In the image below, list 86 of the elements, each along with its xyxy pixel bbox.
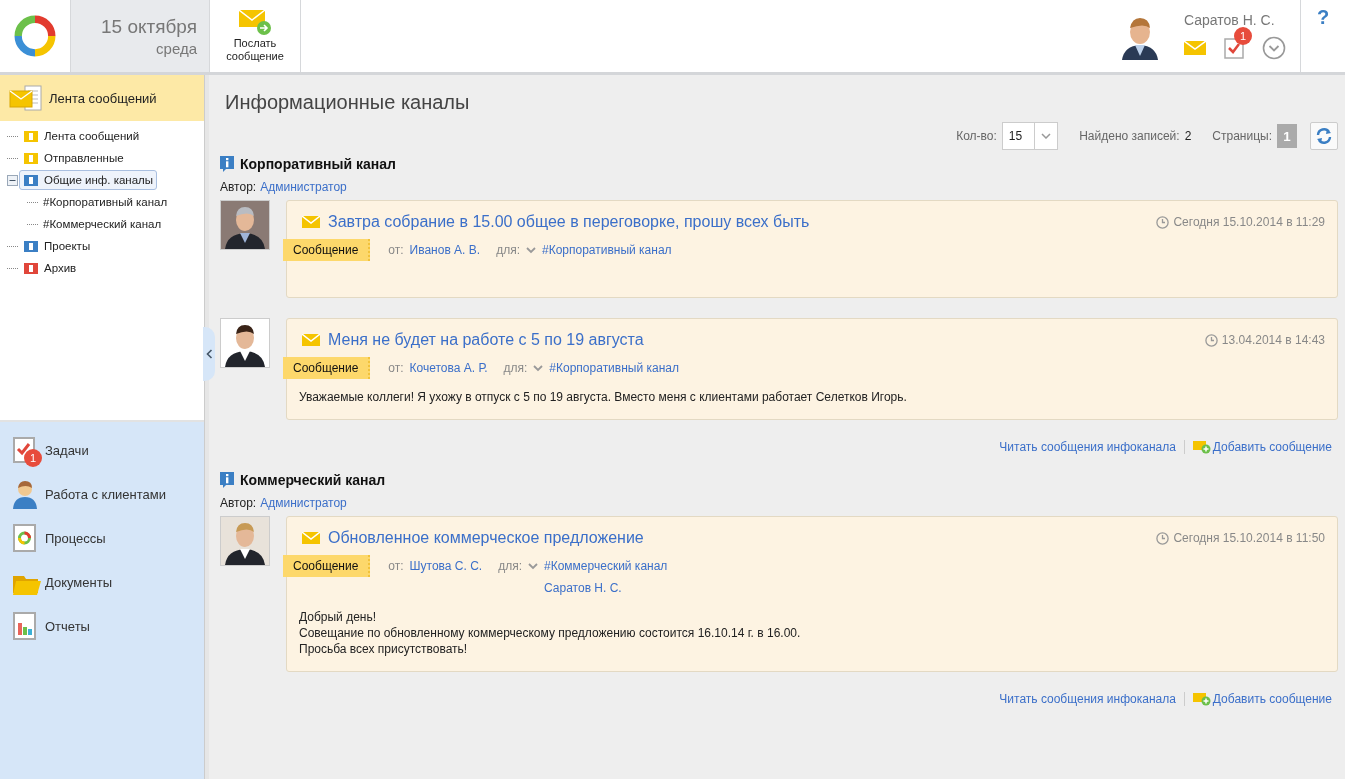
envelope-icon: [239, 9, 271, 36]
nav-item[interactable]: Отчеты: [0, 604, 204, 648]
count-select[interactable]: 15: [1001, 122, 1059, 150]
clock-icon: [1204, 333, 1218, 347]
info-icon: [220, 472, 234, 488]
notification-badge: 1: [24, 449, 42, 467]
author-label: Автор:: [220, 180, 257, 194]
author-link[interactable]: Администратор: [260, 496, 347, 510]
nav-item[interactable]: 1 Задачи: [0, 428, 204, 472]
message-tag: Сообщение: [283, 239, 371, 261]
weekday-text: среда: [156, 39, 197, 57]
count-label: Кол-во:: [956, 129, 997, 143]
author-label: Автор:: [220, 496, 257, 510]
message-title[interactable]: Обновленное коммерческое предложение: [328, 529, 644, 547]
user-name: Саратов Н. С.: [1184, 12, 1276, 28]
date-text: 15 октября: [100, 15, 197, 38]
chevron-down-icon[interactable]: [533, 365, 544, 372]
read-channel-link[interactable]: Читать сообщения инфоканала: [999, 440, 1176, 454]
recipient-link[interactable]: #Коммерческий канал: [544, 555, 668, 577]
recipient-link[interactable]: Саратов Н. С.: [544, 577, 668, 599]
tree-item[interactable]: Общие инф. каналы: [19, 170, 158, 190]
person-icon: [12, 479, 38, 509]
clock-icon: [1156, 531, 1170, 545]
chevron-down-icon[interactable]: [528, 563, 539, 570]
recipient-link[interactable]: #Корпоративный канал: [549, 357, 679, 379]
to-label: для:: [496, 242, 520, 259]
from-label: от:: [388, 558, 404, 575]
chart-icon: [12, 611, 38, 641]
info-icon: [220, 156, 234, 172]
from-label: от:: [388, 242, 404, 259]
caret-icon: [1041, 133, 1052, 139]
sender-link[interactable]: Иванов А. В.: [409, 239, 481, 261]
to-label: для:: [503, 360, 528, 377]
message-time: Сегодня 15.10.2014 в 11:50: [1173, 531, 1325, 545]
add-message-link[interactable]: Добавить сообщение: [1192, 692, 1332, 706]
add-envelope-icon: [1192, 440, 1211, 454]
message-tag: Сообщение: [283, 555, 371, 577]
dropdown-icon[interactable]: [1262, 36, 1286, 60]
add-message-link[interactable]: Добавить сообщение: [1192, 440, 1332, 454]
send-message-button[interactable]: Послать сообщение: [209, 0, 301, 72]
chevron-down-icon[interactable]: [525, 247, 536, 254]
refresh-icon: [1315, 127, 1333, 145]
to-label: для:: [498, 558, 523, 575]
recipient-link[interactable]: #Корпоративный канал: [541, 239, 672, 261]
found-count: 2: [1184, 129, 1192, 143]
page-title: Информационные каналы: [225, 91, 471, 114]
envelope-icon: [302, 532, 320, 544]
message-text: Добрый день! Совещание по обновленному коммерческому предложению состоится 16.10.14 г. в 16.00. Просьба всех присутствовать!: [298, 609, 802, 657]
chevron-left-icon: [205, 349, 213, 359]
tree-item[interactable]: Отправленные: [19, 148, 128, 168]
collapse-handle[interactable]: [203, 327, 215, 381]
message-title[interactable]: Меня не будет на работе с 5 по 19 августа: [328, 331, 644, 349]
from-label: от:: [388, 360, 404, 377]
author-link[interactable]: Администратор: [260, 180, 347, 194]
add-envelope-icon: [1192, 692, 1211, 706]
read-channel-link[interactable]: Читать сообщения инфоканала: [999, 692, 1176, 706]
sender-link[interactable]: Шутова С. С.: [409, 555, 483, 577]
section-header[interactable]: Лента сообщений: [0, 75, 204, 121]
tree-item[interactable]: #Корпоративный канал: [39, 194, 172, 210]
feed-icon: [9, 85, 43, 111]
refresh-button[interactable]: [1310, 122, 1338, 150]
message-time: Сегодня 15.10.2014 в 11:29: [1173, 215, 1325, 229]
message-time: 13.04.2014 в 14:43: [1221, 333, 1325, 347]
notification-badge: 1: [1234, 27, 1252, 45]
tree-item[interactable]: #Коммерческий канал: [39, 216, 166, 232]
nav-item[interactable]: Процессы: [0, 516, 204, 560]
envelope-icon: [302, 216, 320, 228]
tree-item[interactable]: Лента сообщений: [19, 126, 144, 146]
envelope-icon: [302, 334, 320, 346]
channel-title: Коммерческий канал: [240, 472, 386, 488]
mail-icon[interactable]: [1184, 41, 1206, 55]
sender-link[interactable]: Кочетова А. Р.: [409, 357, 488, 379]
found-label: Найдено записей:: [1079, 129, 1180, 143]
message-title[interactable]: Завтра собрание в 15.00 общее в переговорке, прошу всех быть: [328, 213, 810, 231]
nav-item[interactable]: Работа с клиентами: [0, 472, 204, 516]
message-text: Уважаемые коллеги! Я ухожу в отпуск с 5 по 19 августа. Вместо меня с клиентами работает Селетков Игорь.: [298, 389, 908, 405]
message-tag: Сообщение: [283, 357, 371, 379]
logo-icon: [14, 15, 56, 57]
tree-item[interactable]: Проекты: [19, 236, 95, 256]
collapse-icon[interactable]: [7, 174, 18, 186]
nav-item[interactable]: Документы: [0, 560, 204, 604]
clock-icon: [1156, 215, 1170, 229]
tree-item[interactable]: Архив: [19, 258, 81, 278]
document-icon: [12, 523, 38, 553]
pages-label: Страницы:: [1212, 129, 1272, 143]
channel-title: Корпоративный канал: [240, 156, 396, 172]
